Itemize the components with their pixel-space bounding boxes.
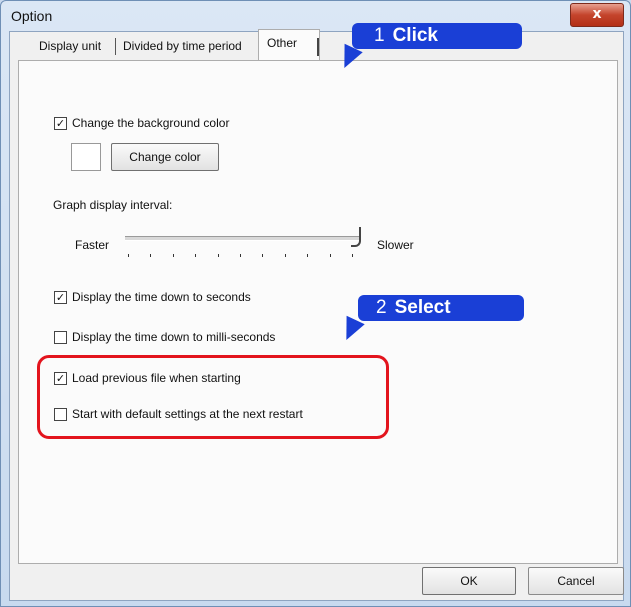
close-icon: x bbox=[592, 6, 602, 22]
slider-tick bbox=[128, 254, 129, 257]
slider-tick bbox=[284, 254, 286, 257]
slider-faster-label: Faster bbox=[75, 238, 110, 252]
select-callout: 2 Select bbox=[358, 295, 524, 321]
tab-other[interactable]: Other bbox=[258, 29, 320, 62]
graph-interval-slider-thumb[interactable] bbox=[351, 227, 361, 247]
red-highlight-box bbox=[37, 355, 389, 439]
close-button[interactable]: x bbox=[570, 3, 624, 27]
select-callout-word: Select bbox=[394, 297, 451, 318]
slider-tick bbox=[307, 254, 309, 257]
slider-tick bbox=[262, 254, 264, 257]
title-bar: Option x bbox=[1, 1, 630, 31]
color-swatch bbox=[71, 143, 101, 171]
tab-other-label: Other bbox=[267, 36, 298, 50]
graph-interval-label: Graph display interval: bbox=[53, 198, 173, 212]
slider-tick bbox=[150, 254, 152, 257]
select-callout-number: 2 bbox=[376, 297, 387, 318]
change-bg-checkbox[interactable]: ✓ bbox=[54, 117, 67, 130]
slider-tick bbox=[329, 254, 331, 257]
cancel-button[interactable]: Cancel bbox=[528, 567, 624, 595]
change-bg-label: Change the background color bbox=[72, 116, 230, 130]
slider-tick bbox=[172, 254, 174, 257]
dialog-title: Option bbox=[11, 8, 53, 24]
slider-tick bbox=[352, 254, 353, 257]
seconds-label: Display the time down to seconds bbox=[72, 290, 251, 304]
slider-tick bbox=[195, 254, 197, 257]
milliseconds-checkbox[interactable] bbox=[54, 331, 67, 344]
click-callout-number: 1 bbox=[374, 25, 385, 46]
tab-divided-by-time-period[interactable]: Divided by time period bbox=[119, 33, 246, 59]
tab-display-unit[interactable]: Display unit bbox=[35, 33, 105, 59]
seconds-checkbox[interactable]: ✓ bbox=[54, 291, 67, 304]
tab-panel-other bbox=[18, 60, 618, 564]
change-color-button[interactable]: Change color bbox=[111, 143, 219, 171]
click-callout-word: Click bbox=[392, 25, 438, 46]
milliseconds-label: Display the time down to milli-seconds bbox=[72, 330, 276, 344]
click-callout: 1 Click bbox=[352, 23, 522, 49]
ok-button[interactable]: OK bbox=[422, 567, 516, 595]
option-dialog: Option x Display unit Divided by time pe… bbox=[0, 0, 631, 607]
slider-slower-label: Slower bbox=[377, 238, 414, 252]
tab-separator bbox=[115, 38, 116, 55]
slider-tick bbox=[217, 254, 219, 257]
tab-other-edge bbox=[317, 38, 319, 56]
graph-interval-slider-track[interactable] bbox=[125, 236, 361, 241]
slider-tick bbox=[240, 254, 241, 257]
